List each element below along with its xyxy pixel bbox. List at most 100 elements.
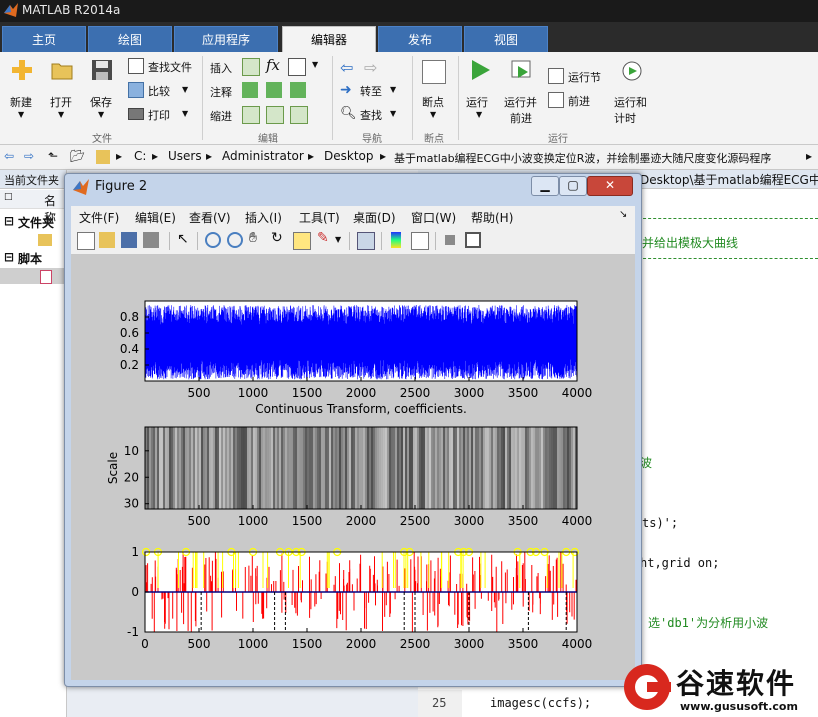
zoom-out-icon[interactable] [227, 232, 243, 248]
link-plot-icon[interactable] [357, 232, 375, 250]
collapse-icon[interactable]: □ [4, 192, 13, 202]
code-line[interactable]: imagesc(ccfs); [490, 696, 591, 710]
folder-item-icon[interactable] [38, 234, 52, 246]
heatmap-column [221, 427, 224, 509]
run-and-time-button[interactable]: 运行和 计时 [612, 56, 652, 128]
code-line[interactable]: ht,grid on; [640, 556, 719, 570]
breadcrumb-administrator[interactable]: Administrator [222, 149, 304, 163]
smart-indent-icon[interactable] [242, 106, 260, 124]
tab-view[interactable]: 视图 [464, 26, 548, 52]
wrap-comment-icon[interactable] [290, 82, 306, 98]
run-and-advance-button[interactable]: 运行并 前进 [502, 56, 542, 128]
minimize-button[interactable]: ▁ [531, 176, 559, 196]
tab-publish[interactable]: 发布 [378, 26, 462, 52]
increase-indent-icon[interactable] [290, 106, 308, 124]
menu-tools[interactable]: 工具(T) [299, 209, 340, 226]
toolbar-separator [169, 232, 170, 250]
uncomment-icon[interactable] [266, 82, 282, 98]
tab-editor[interactable]: 编辑器 [282, 26, 376, 52]
title-bar: MATLAB R2014a [0, 0, 818, 22]
column-header[interactable]: □ 名称 [0, 190, 66, 225]
menu-help[interactable]: 帮助(H) [471, 209, 513, 226]
save-figure-icon[interactable] [121, 232, 137, 248]
save-button[interactable]: 保存 ▼ [84, 56, 120, 128]
insert-section-icon[interactable] [242, 58, 260, 76]
heatmap-column [403, 427, 406, 509]
breadcrumb-users[interactable]: Users [168, 149, 202, 163]
breadcrumb-more-icon[interactable]: ▸ [806, 149, 812, 163]
close-button[interactable]: ✕ [587, 176, 633, 196]
find-files-button[interactable]: 查找文件 [128, 58, 198, 76]
edit-group-label: 编辑 [258, 134, 278, 145]
heatmap-column [521, 427, 524, 509]
open-button[interactable]: 打开 ▼ [44, 56, 80, 128]
comment-button[interactable]: 注释 [210, 84, 232, 100]
browse-folder-icon[interactable]: 📂︎ [70, 149, 85, 163]
insert-function-icon[interactable] [288, 58, 306, 76]
open-file-icon[interactable] [99, 232, 115, 248]
decrease-indent-icon[interactable] [266, 106, 284, 124]
find-button[interactable]: 🔍︎ 查找 ▼ [340, 106, 406, 124]
tab-plots[interactable]: 绘图 [88, 26, 172, 52]
dock-arrow-icon[interactable]: ↘ [619, 209, 627, 220]
breadcrumb-drive[interactable]: C: [134, 149, 146, 163]
heatmap-column [365, 427, 368, 509]
script-file-row[interactable] [0, 268, 66, 284]
menu-insert[interactable]: 插入(I) [245, 209, 282, 226]
code-line[interactable]: 并给出模极大曲线 [642, 234, 738, 251]
show-plot-tools-icon[interactable] [465, 232, 481, 248]
up-folder-icon[interactable]: ⬑ [48, 149, 58, 163]
pan-icon[interactable]: ✋︎ [249, 230, 257, 246]
data-cursor-icon[interactable] [293, 232, 311, 250]
script-section-label: 脚本 [18, 252, 43, 266]
menu-window[interactable]: 窗口(W) [411, 209, 456, 226]
x-tick-label: 1000 [238, 386, 269, 400]
breakpoints-button[interactable]: 断点 ▼ [418, 56, 452, 128]
breadcrumb-desktop[interactable]: Desktop [324, 149, 374, 163]
menu-view[interactable]: 查看(V) [189, 209, 231, 226]
colorbar-icon[interactable] [391, 232, 401, 248]
insert-button[interactable]: 插入 [210, 60, 232, 76]
fx-icon[interactable]: fx [266, 56, 280, 74]
goto-button[interactable]: ➜ 转至 ▼ [340, 82, 406, 100]
collapse-folder-icon[interactable]: ⊟ [4, 214, 14, 228]
maximize-button[interactable]: ▢ [559, 176, 587, 196]
print-figure-icon[interactable] [143, 232, 159, 248]
tab-home[interactable]: 主页 [2, 26, 86, 52]
indent-button[interactable]: 缩进 [210, 108, 232, 124]
tab-apps[interactable]: 应用程序 [174, 26, 278, 52]
new-figure-icon[interactable] [77, 232, 95, 250]
menu-edit[interactable]: 编辑(E) [135, 209, 176, 226]
nav-forward-icon[interactable]: ⇨ [24, 149, 34, 163]
run-button[interactable]: 运行 ▼ [464, 56, 498, 128]
heatmap-column [239, 427, 242, 509]
compare-button[interactable]: 比较 ▼ [128, 82, 198, 100]
heatmap-column [367, 427, 370, 509]
hide-plot-tools-icon[interactable] [445, 235, 455, 245]
heatmap-column [573, 427, 576, 509]
zoom-in-icon[interactable] [205, 232, 221, 248]
legend-icon[interactable] [411, 232, 429, 250]
chevron-down-icon[interactable]: ▼ [335, 235, 341, 244]
brush-icon[interactable]: ✎ [317, 230, 329, 246]
breadcrumb-project-folder[interactable]: 基于matlab编程ECG中小波变换定位R波，并绘制墨迹大随尺度变化源码程序 [394, 150, 771, 166]
new-button[interactable]: 新建 ▼ [4, 56, 40, 128]
menu-desktop[interactable]: 桌面(D) [353, 209, 396, 226]
collapse-script-icon[interactable]: ⊟ [4, 250, 14, 264]
rotate-icon[interactable]: ↻ [271, 230, 283, 246]
code-line[interactable]: ts)'; [642, 516, 678, 530]
nav-back-icon[interactable]: ⇦ [4, 149, 14, 163]
pointer-icon[interactable]: ↖ [177, 231, 189, 247]
forward-arrow-icon[interactable]: ⇨ [364, 58, 377, 77]
advance-button[interactable]: 前进 [548, 92, 608, 110]
comment-percent-icon[interactable] [242, 82, 258, 98]
menu-file[interactable]: 文件(F) [79, 209, 119, 226]
print-button[interactable]: 打印 ▼ [128, 106, 198, 124]
heatmap-column [281, 427, 284, 509]
code-line[interactable]: 选'db1'为分析用小波 [648, 614, 768, 631]
back-arrow-icon[interactable]: ⇦ [340, 58, 353, 77]
figure-title-bar[interactable]: Figure 2 ▁ ▢ ✕ [65, 174, 641, 200]
heatmap-column [523, 427, 526, 509]
run-section-button[interactable]: 运行节 [548, 68, 608, 86]
heatmap-column [473, 427, 476, 509]
